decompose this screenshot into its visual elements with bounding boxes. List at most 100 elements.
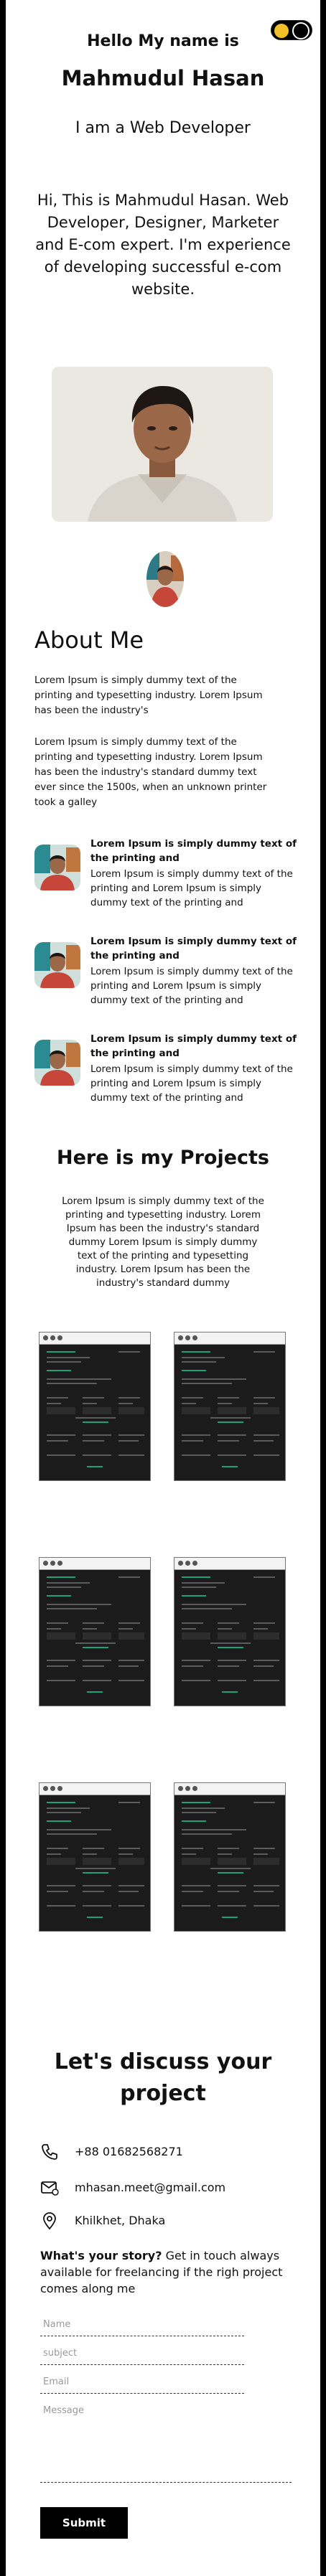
screenshot-line — [182, 1357, 225, 1358]
screenshot-line — [182, 1403, 196, 1404]
project-screenshot[interactable] — [39, 1332, 151, 1481]
email-field[interactable] — [40, 2377, 244, 2394]
browser-bar — [39, 1332, 150, 1345]
screenshot-line — [47, 1370, 71, 1371]
screenshot-line — [182, 1604, 246, 1605]
screenshot-line — [218, 1853, 232, 1855]
screenshot-line — [47, 1434, 75, 1436]
screenshot-line — [47, 1383, 97, 1384]
screenshot-line — [218, 1647, 243, 1648]
screenshot-line — [118, 1665, 139, 1667]
name-field[interactable] — [40, 2319, 244, 2336]
screenshot-line — [182, 1885, 210, 1886]
screenshot-line — [118, 1434, 144, 1436]
screenshot-block — [47, 1858, 75, 1865]
window-dot — [50, 1786, 55, 1791]
screenshot-line — [83, 1885, 111, 1886]
about-title: About Me — [34, 626, 144, 654]
screenshot-line — [47, 1812, 81, 1813]
window-dot — [178, 1561, 183, 1566]
hero-intro: Hi, This is Mahmudul Hasan. Web Develope… — [35, 192, 291, 298]
project-screenshot[interactable] — [174, 1332, 286, 1481]
screenshot-line — [182, 1802, 210, 1803]
screenshot-block — [182, 1632, 210, 1640]
screenshot-line — [83, 1660, 111, 1661]
screenshot-line — [253, 1891, 274, 1892]
screenshot-line — [47, 1361, 81, 1363]
screenshot-line — [253, 1403, 268, 1404]
screenshot-line — [118, 1680, 144, 1681]
screenshot-line — [83, 1403, 97, 1404]
screenshot-line — [47, 1397, 68, 1399]
contact-email-text: mhasan.meet@gmail.com — [75, 2181, 226, 2194]
greeting-text: Hello My name is — [87, 32, 239, 50]
message-field[interactable] — [40, 2405, 292, 2483]
screenshot-line — [182, 1628, 196, 1630]
project-screenshot[interactable] — [174, 1557, 286, 1706]
browser-bar — [174, 1332, 285, 1345]
screenshot-line — [118, 1351, 140, 1353]
contact-phone[interactable]: +88 01682568271 — [40, 2141, 299, 2163]
screenshot-line — [182, 1383, 232, 1384]
screenshot-line — [118, 1905, 144, 1907]
screenshot-line — [222, 1917, 238, 1918]
screenshot-line — [218, 1680, 246, 1681]
screenshot-line — [253, 1576, 275, 1578]
contact-email[interactable]: mhasan.meet@gmail.com — [40, 2177, 299, 2199]
screenshot-line — [47, 1378, 111, 1380]
screenshot-line — [83, 1397, 104, 1399]
project-screenshot[interactable] — [39, 1557, 151, 1706]
screenshot-block — [253, 1632, 279, 1640]
window-dot — [43, 1786, 48, 1791]
screenshot-line — [210, 1417, 251, 1419]
screenshot-line — [182, 1829, 246, 1830]
hero-role: I am a Web Developer — [75, 119, 251, 137]
screenshot-line — [218, 1454, 246, 1456]
screenshot-line — [182, 1595, 206, 1597]
submit-button[interactable]: Submit — [40, 2507, 128, 2539]
about-feature: Lorem Ipsum is simply dummy text of the … — [34, 837, 302, 930]
screenshot-line — [253, 1665, 274, 1667]
window-dot — [192, 1561, 197, 1566]
screenshot-line — [222, 1466, 238, 1467]
screenshot-line — [182, 1370, 206, 1371]
browser-bar — [39, 1558, 150, 1570]
location-pin-icon — [43, 2212, 56, 2230]
screenshot-line — [47, 1808, 90, 1809]
feature-title: Lorem Ipsum is simply dummy text of the … — [90, 838, 297, 864]
subject-field[interactable] — [40, 2348, 244, 2365]
screenshot-line — [47, 1885, 75, 1886]
screenshot-line — [83, 1454, 111, 1456]
screenshot-line — [83, 1891, 104, 1892]
portfolio-page: Hello My name is Mahmudul Hasan I am a W… — [6, 0, 320, 2576]
screenshot-line — [253, 1397, 275, 1399]
screenshot-line — [47, 1403, 61, 1404]
screenshot-line — [182, 1434, 210, 1436]
about-feature: Lorem Ipsum is simply dummy text of the … — [34, 1032, 302, 1125]
screenshot-line — [218, 1848, 239, 1849]
project-screenshot[interactable] — [39, 1782, 151, 1932]
project-screenshot[interactable] — [174, 1782, 286, 1932]
screenshot-line — [118, 1853, 133, 1855]
screenshot-line — [47, 1595, 71, 1597]
screenshot-line — [47, 1848, 68, 1849]
screenshot-line — [83, 1872, 108, 1874]
contact-title: Let's discuss your project — [54, 2049, 272, 2106]
screenshot-line — [210, 1642, 251, 1644]
screenshot-line — [83, 1680, 111, 1681]
contact-location: Khilkhet, Dhaka — [40, 2210, 299, 2232]
screenshot-line — [182, 1905, 210, 1907]
screenshot-line — [218, 1434, 246, 1436]
avatar — [146, 551, 184, 607]
screenshot-block — [182, 1407, 210, 1414]
screenshot-block — [83, 1632, 111, 1640]
phone-icon — [42, 2144, 57, 2160]
screenshot-line — [118, 1576, 140, 1578]
screenshot-block — [118, 1858, 144, 1865]
screenshot-line — [47, 1351, 75, 1353]
screenshot-line — [83, 1440, 104, 1442]
screenshot-line — [75, 1868, 116, 1869]
screenshot-line — [182, 1891, 203, 1892]
window-dot — [178, 1786, 183, 1791]
screenshot-line — [47, 1576, 75, 1578]
